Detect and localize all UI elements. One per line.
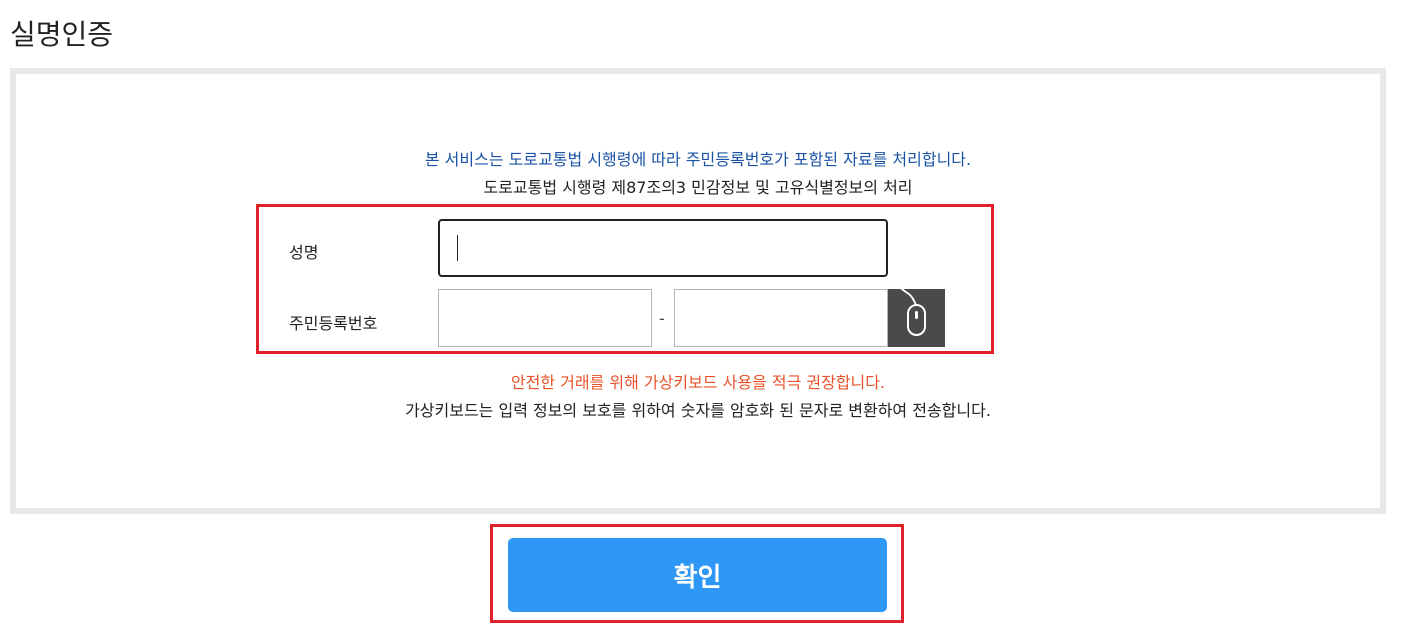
name-input[interactable] — [438, 219, 888, 277]
rrn-separator: - — [659, 309, 665, 328]
confirm-button[interactable]: 확인 — [508, 538, 887, 612]
identity-form: 성명 주민등록번호 - — [256, 204, 994, 354]
rrn-back-input[interactable] — [674, 289, 888, 347]
mouse-icon — [897, 280, 926, 336]
recommend-notice: 안전한 거래를 위해 가상키보드 사용을 적극 권장합니다. — [510, 373, 886, 392]
verification-panel: 본 서비스는 도로교통법 시행령에 따라 주민등록번호가 포함된 자료를 처리합… — [10, 68, 1386, 514]
text-caret — [457, 235, 458, 261]
rrn-label: 주민등록번호 — [289, 314, 378, 333]
service-notice: 본 서비스는 도로교통법 시행령에 따라 주민등록번호가 포함된 자료를 처리합… — [424, 150, 972, 169]
page-title: 실명인증 — [10, 18, 114, 51]
rrn-front-input[interactable] — [438, 289, 652, 347]
virtual-keyboard-button[interactable] — [888, 280, 945, 347]
virtual-keyboard-notice: 가상키보드는 입력 정보의 보호를 위하여 숫자를 암호화 된 문자로 변환하여… — [405, 401, 991, 420]
name-label: 성명 — [289, 243, 319, 262]
law-notice: 도로교통법 시행령 제87조의3 민감정보 및 고유식별정보의 처리 — [483, 178, 913, 197]
